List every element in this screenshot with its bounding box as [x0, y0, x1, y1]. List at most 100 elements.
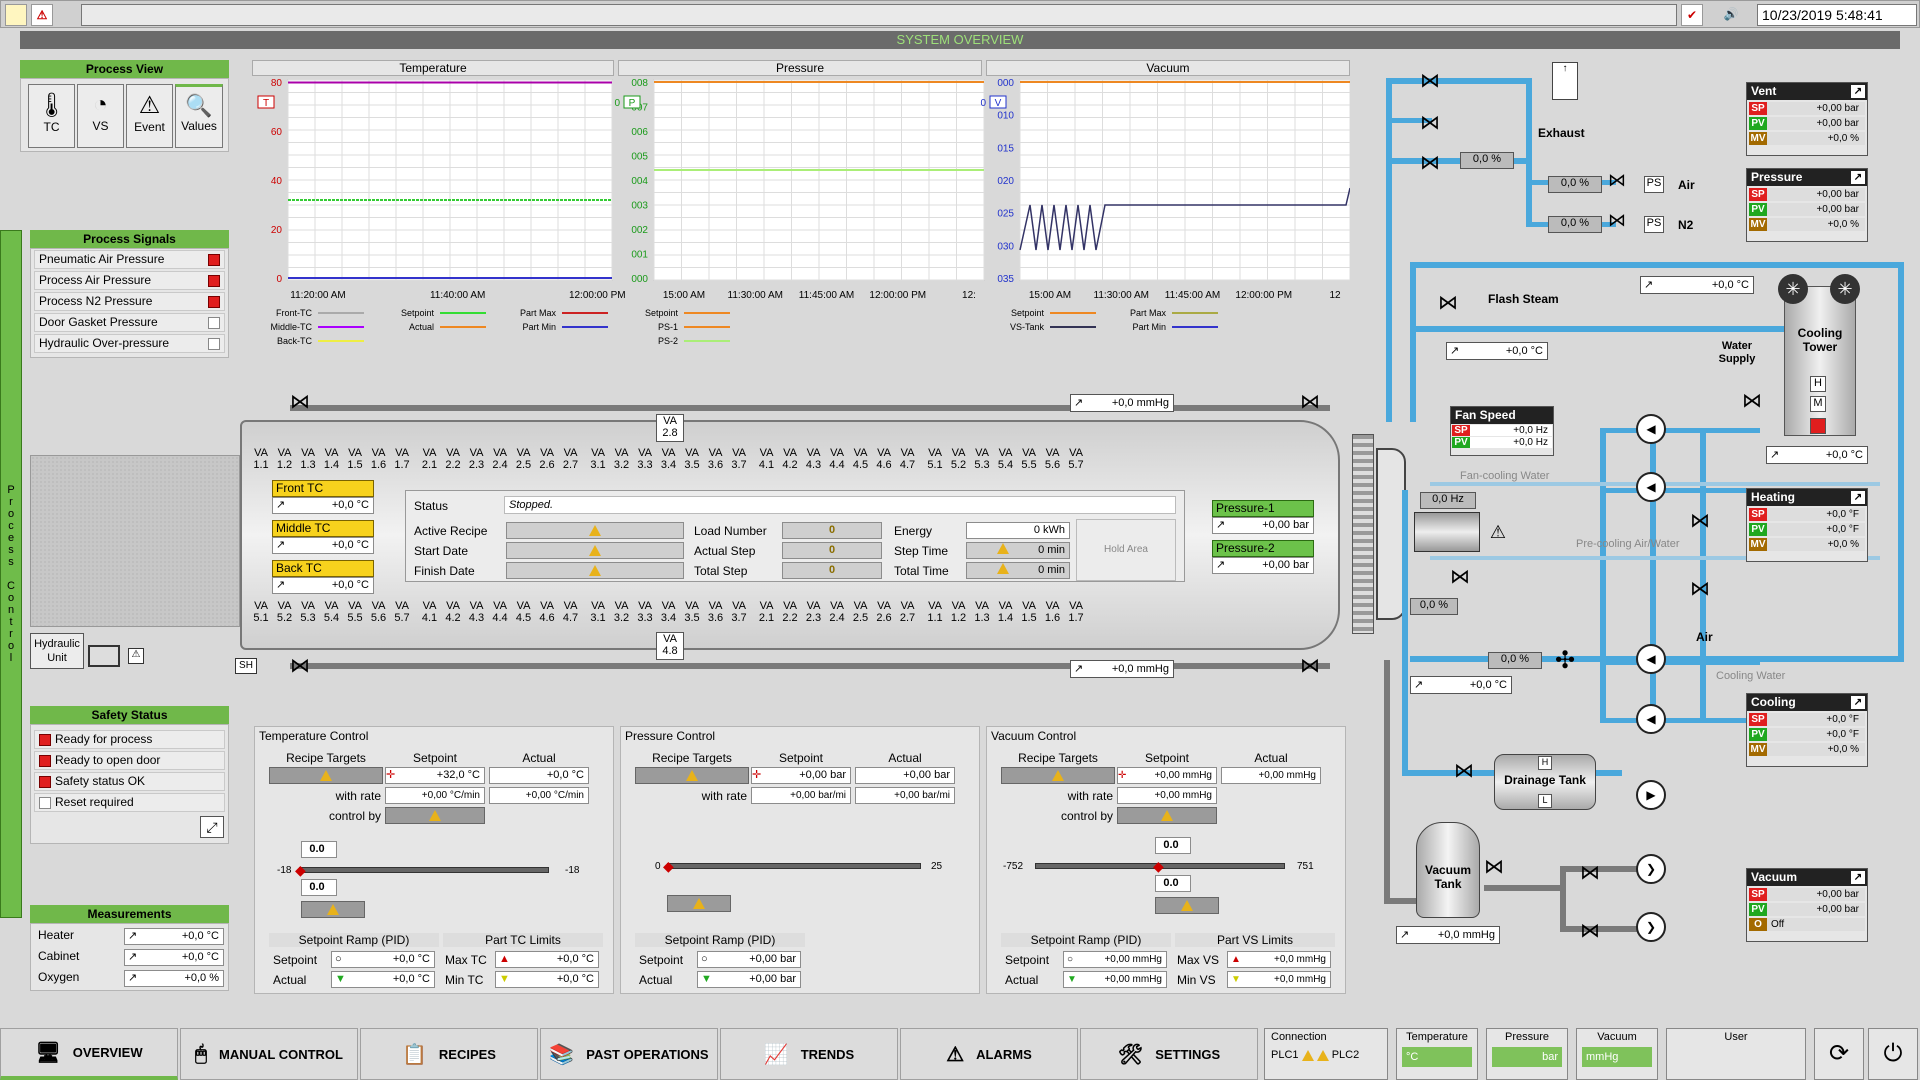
va-port[interactable]: VA 1.7: [1065, 600, 1087, 628]
pump-4-icon[interactable]: ◀: [1636, 704, 1666, 734]
loop-panel-heating[interactable]: Heating ↗ SP +0,0 °F PV +0,0 °F MV +0,0 %: [1746, 488, 1868, 562]
temp-setpoint[interactable]: ✛ +32,0 °C: [385, 767, 485, 784]
va-port[interactable]: VA 2.7: [897, 600, 919, 628]
valve-top-right-icon[interactable]: ⋈: [1300, 392, 1334, 414]
vs-button[interactable]: ◔ VS: [77, 84, 124, 148]
va-port[interactable]: VA 1.1: [250, 447, 272, 475]
va-port[interactable]: VA 2.1: [756, 600, 778, 628]
sound-icon[interactable]: 🔊: [1709, 4, 1753, 26]
va-port[interactable]: VA 4.6: [873, 447, 895, 475]
va-port[interactable]: VA 1.6: [1042, 600, 1064, 628]
va-port[interactable]: VA 1.5: [344, 447, 366, 475]
va-port[interactable]: VA 4.6: [536, 600, 558, 628]
pump-2-icon[interactable]: ◀: [1636, 472, 1666, 502]
loop-panel-cooling[interactable]: Cooling ↗ SP +0,0 °F PV +0,0 °F MV +0,0 %: [1746, 693, 1868, 767]
vacuum-tank-valve-icon[interactable]: ⋈: [1484, 854, 1514, 878]
vac-rate-setpoint[interactable]: +0,00 mmHg: [1117, 787, 1217, 804]
va-port[interactable]: VA 3.7: [728, 600, 750, 628]
precooling-valve-icon[interactable]: ⋈: [1450, 564, 1480, 588]
va-port[interactable]: VA 1.2: [274, 447, 296, 475]
va-port[interactable]: VA 2.2: [779, 600, 801, 628]
pressure1-value[interactable]: ↗ +0,00 bar: [1212, 517, 1314, 534]
press-slider-track[interactable]: [667, 863, 921, 869]
va-port[interactable]: VA 1.1: [924, 600, 946, 628]
measurement-value[interactable]: ↗ +0,0 °C: [124, 928, 224, 945]
va-port[interactable]: VA 4.4: [489, 600, 511, 628]
tc-button[interactable]: 🌡 TC: [28, 84, 75, 148]
mid-loop-temp[interactable]: ↗ +0,0 °C: [1410, 676, 1512, 694]
va-port[interactable]: VA 2.3: [466, 447, 488, 475]
precooling-valve-pct[interactable]: 0,0 %: [1410, 598, 1458, 615]
va-port[interactable]: VA 4.7: [560, 600, 582, 628]
va-port[interactable]: VA 1.6: [368, 447, 390, 475]
va-port[interactable]: VA 2.6: [536, 447, 558, 475]
n2-valve-icon[interactable]: ⋈: [1608, 210, 1638, 232]
flash-steam-valve-icon[interactable]: ⋈: [1438, 290, 1468, 314]
va-port[interactable]: VA 2.5: [513, 447, 535, 475]
refresh-icon[interactable]: ⟳: [1814, 1028, 1864, 1080]
mid-valve-pct[interactable]: 0,0 %: [1488, 652, 1542, 669]
va-port[interactable]: VA 4.2: [779, 447, 801, 475]
app-icon[interactable]: [5, 4, 27, 26]
loop-panel-vent[interactable]: Vent ↗ SP +0,00 bar PV +0,00 bar MV +0,0 %: [1746, 82, 1868, 156]
exhaust-valve-3-icon[interactable]: ⋈: [1420, 150, 1450, 174]
nav-recipes[interactable]: 📋 RECIPES: [360, 1028, 538, 1080]
valve-bottom-right-icon[interactable]: ⋈: [1300, 656, 1334, 678]
va-port[interactable]: VA 2.4: [489, 447, 511, 475]
exhaust-valve-2-icon[interactable]: ⋈: [1420, 110, 1450, 134]
hydraulic-unit-button[interactable]: Hydraulic Unit: [30, 633, 84, 669]
expand-icon[interactable]: ⤢: [200, 816, 224, 838]
air2-valve-icon[interactable]: ⋈: [1690, 508, 1720, 532]
temp-rate-setpoint[interactable]: +0,00 °C/min: [385, 787, 485, 804]
vacuum-tank-readout[interactable]: ↗ +0,0 mmHg: [1396, 926, 1500, 944]
va-port[interactable]: VA 4.7: [897, 447, 919, 475]
va-port[interactable]: VA 4.2: [442, 600, 464, 628]
nav-manual-control[interactable]: 🖱 MANUAL CONTROL: [180, 1028, 358, 1080]
va-port[interactable]: VA 3.3: [634, 600, 656, 628]
air-valve-icon[interactable]: ⋈: [1608, 170, 1638, 192]
va-port[interactable]: VA 2.4: [826, 600, 848, 628]
va-port[interactable]: VA 5.6: [1042, 447, 1064, 475]
vac-control-by[interactable]: [1117, 807, 1217, 824]
nav-settings[interactable]: 🛠 SETTINGS: [1080, 1028, 1258, 1080]
checklist-icon[interactable]: ✔: [1681, 4, 1703, 26]
va-port[interactable]: VA 5.1: [250, 600, 272, 628]
va-port[interactable]: VA 5.2: [948, 447, 970, 475]
va-port[interactable]: VA 2.6: [873, 600, 895, 628]
va-port[interactable]: VA 3.6: [705, 447, 727, 475]
measurement-value[interactable]: ↗ +0,0 %: [124, 970, 224, 987]
press-rate-setpoint[interactable]: +0,00 bar/mi: [751, 787, 851, 804]
nav-past-operations[interactable]: 📚 PAST OPERATIONS: [540, 1028, 718, 1080]
va-port[interactable]: VA 1.3: [971, 600, 993, 628]
va-port[interactable]: VA 3.7: [728, 447, 750, 475]
vacuum-pump-1-icon[interactable]: ❯: [1636, 854, 1666, 884]
pump-3-icon[interactable]: ◀: [1636, 644, 1666, 674]
va-port[interactable]: VA 1.2: [948, 600, 970, 628]
va-port[interactable]: VA 3.4: [658, 600, 680, 628]
air3-valve-icon[interactable]: ⋈: [1690, 576, 1720, 600]
va-port[interactable]: VA 1.4: [321, 447, 343, 475]
vacuum-pump-2-icon[interactable]: ❯: [1636, 912, 1666, 942]
va-port[interactable]: VA 5.5: [1018, 447, 1040, 475]
vacuum-valve-1-icon[interactable]: ⋈: [1580, 860, 1610, 884]
va-port[interactable]: VA 4.1: [756, 447, 778, 475]
va-port[interactable]: VA 2.1: [419, 447, 441, 475]
va-port[interactable]: VA 1.7: [391, 447, 413, 475]
motor-hz[interactable]: 0,0 Hz: [1420, 492, 1476, 509]
va-port[interactable]: VA 5.3: [971, 447, 993, 475]
vacuum-valve-2-icon[interactable]: ⋈: [1580, 918, 1610, 942]
water-supply-valve-icon[interactable]: ⋈: [1742, 388, 1772, 412]
air-valve-pct[interactable]: 0,0 %: [1548, 176, 1602, 193]
nav-overview[interactable]: 🖥 OVERVIEW: [0, 1028, 178, 1080]
va-port[interactable]: VA 1.4: [995, 600, 1017, 628]
va-port[interactable]: VA 4.3: [466, 600, 488, 628]
drain-pump-icon[interactable]: ▶: [1636, 780, 1666, 810]
sh-label[interactable]: SH: [235, 658, 257, 674]
va-port[interactable]: VA 3.5: [681, 600, 703, 628]
va-extra-top[interactable]: VA 2.8: [656, 414, 684, 442]
values-button[interactable]: 🔍 Values: [175, 84, 223, 148]
va-port[interactable]: VA 3.1: [587, 447, 609, 475]
event-button[interactable]: ⚠ Event: [126, 84, 173, 148]
exhaust-valve-pct[interactable]: 0,0 %: [1460, 152, 1514, 169]
va-port[interactable]: VA 4.1: [419, 600, 441, 628]
